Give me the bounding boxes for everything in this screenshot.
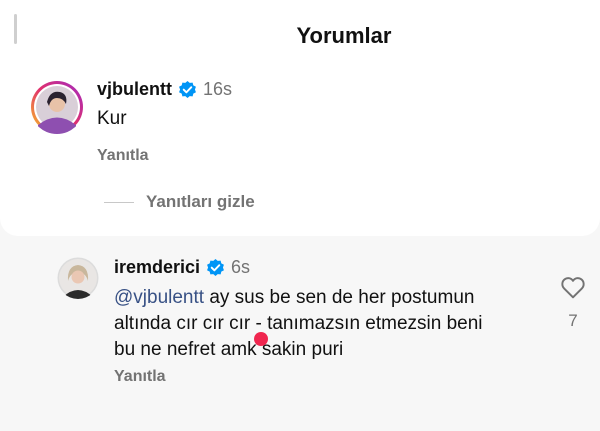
reply-button[interactable]: Yanıtla <box>114 368 166 386</box>
verified-badge-icon <box>206 258 225 277</box>
timestamp: 6s <box>231 257 251 277</box>
comment-text: Kur <box>97 108 127 129</box>
comment-line-text: ay sus be sen de her postumun <box>204 287 475 308</box>
like-count: 7 <box>568 311 578 330</box>
comment-line: @vjbulentt ay sus be sen de her postumun <box>114 285 554 311</box>
comment-header: iremderici 6s <box>114 257 250 278</box>
avatar[interactable] <box>57 257 99 299</box>
reply-button[interactable]: Yanıtla <box>97 147 149 165</box>
avatar[interactable] <box>30 80 84 134</box>
sheet-title: Yorumlar <box>296 23 392 48</box>
username[interactable]: vjbulentt <box>97 79 172 100</box>
comment-header: vjbulentt 16s <box>97 79 232 100</box>
timestamp: 16s <box>203 79 233 99</box>
red-dot-overlay <box>254 332 268 346</box>
like-control: 7 <box>558 275 588 331</box>
comment-line: bu ne nefret amk sakin puri <box>114 339 344 360</box>
mention-link[interactable]: @vjbulentt <box>114 287 204 308</box>
heart-outline-icon[interactable] <box>558 275 588 299</box>
username[interactable]: iremderici <box>114 257 200 278</box>
verified-badge-icon <box>178 80 197 99</box>
comments-sheet: Yorumlar vjbulentt 16s Kur Yanıtla Yanıt… <box>0 0 600 236</box>
comment-text: @vjbulentt ay sus be sen de her postumun… <box>114 285 554 363</box>
hide-replies-toggle[interactable]: Yanıtları gizle <box>104 192 255 212</box>
comment-line: altında cır cır cır - tanımazsın etmezsi… <box>114 313 483 334</box>
divider <box>104 201 134 203</box>
hide-replies-label[interactable]: Yanıtları gizle <box>146 192 255 212</box>
